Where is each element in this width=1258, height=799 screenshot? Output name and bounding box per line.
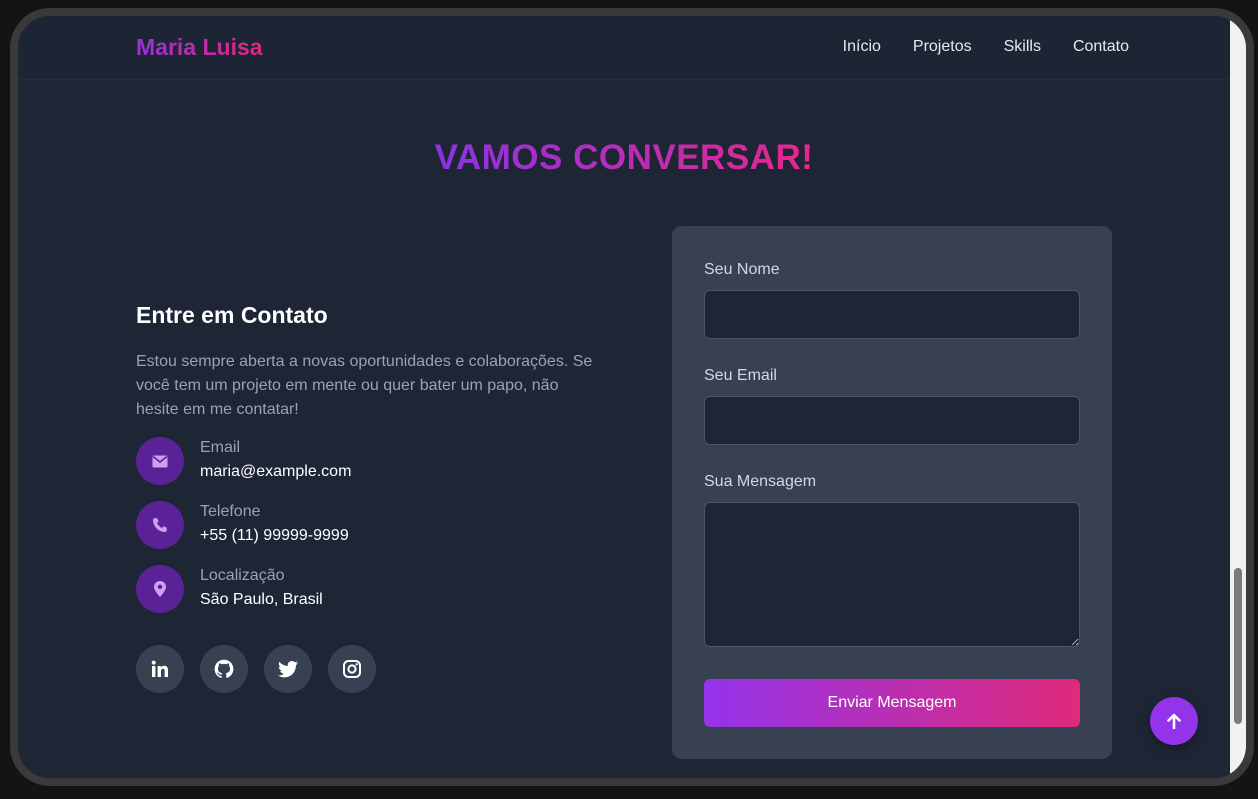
phone-icon xyxy=(136,501,184,549)
navbar: Maria Luisa Início Projetos Skills Conta… xyxy=(18,16,1230,80)
github-icon[interactable] xyxy=(200,645,248,693)
message-textarea[interactable] xyxy=(704,502,1080,647)
name-input[interactable] xyxy=(704,290,1080,339)
contact-item-value: maria@example.com xyxy=(200,463,352,480)
scroll-to-top-button[interactable] xyxy=(1150,697,1198,745)
linkedin-icon[interactable] xyxy=(136,645,184,693)
social-links xyxy=(136,645,376,693)
email-label: Seu Email xyxy=(704,367,777,384)
section-title: VAMOS CONVERSAR! xyxy=(18,138,1230,178)
envelope-icon xyxy=(136,437,184,485)
scrollbar-thumb[interactable] xyxy=(1234,568,1242,724)
main-nav: Início Projetos Skills Contato xyxy=(843,38,1129,56)
contact-heading: Entre em Contato xyxy=(136,302,328,328)
contact-form: Seu Nome Seu Email Sua Mensagem Enviar M… xyxy=(672,226,1112,759)
page-viewport: Maria Luisa Início Projetos Skills Conta… xyxy=(18,16,1246,778)
scrollbar-track[interactable] xyxy=(1230,16,1246,778)
map-pin-icon xyxy=(136,565,184,613)
contact-item-value: +55 (11) 99999-9999 xyxy=(200,527,349,544)
contact-item-label: Email xyxy=(200,439,241,456)
nav-link-projetos[interactable]: Projetos xyxy=(913,38,972,56)
contact-item-value: São Paulo, Brasil xyxy=(200,591,323,608)
contact-description: Estou sempre aberta a novas oportunidade… xyxy=(136,353,593,418)
email-input[interactable] xyxy=(704,396,1080,445)
send-message-button[interactable]: Enviar Mensagem xyxy=(704,679,1080,727)
contact-item-label: Telefone xyxy=(200,503,261,520)
nav-link-contato[interactable]: Contato xyxy=(1073,38,1129,56)
nav-link-skills[interactable]: Skills xyxy=(1004,38,1041,56)
arrow-up-icon xyxy=(1167,713,1181,729)
brand-logo[interactable]: Maria Luisa xyxy=(136,34,263,61)
twitter-icon[interactable] xyxy=(264,645,312,693)
instagram-icon[interactable] xyxy=(328,645,376,693)
contact-item-label: Localização xyxy=(200,567,285,584)
name-label: Seu Nome xyxy=(704,261,780,278)
message-label: Sua Mensagem xyxy=(704,473,817,490)
section-title-text: VAMOS CONVERSAR! xyxy=(434,138,814,177)
browser-frame: Maria Luisa Início Projetos Skills Conta… xyxy=(10,8,1254,786)
nav-link-inicio[interactable]: Início xyxy=(843,38,881,56)
